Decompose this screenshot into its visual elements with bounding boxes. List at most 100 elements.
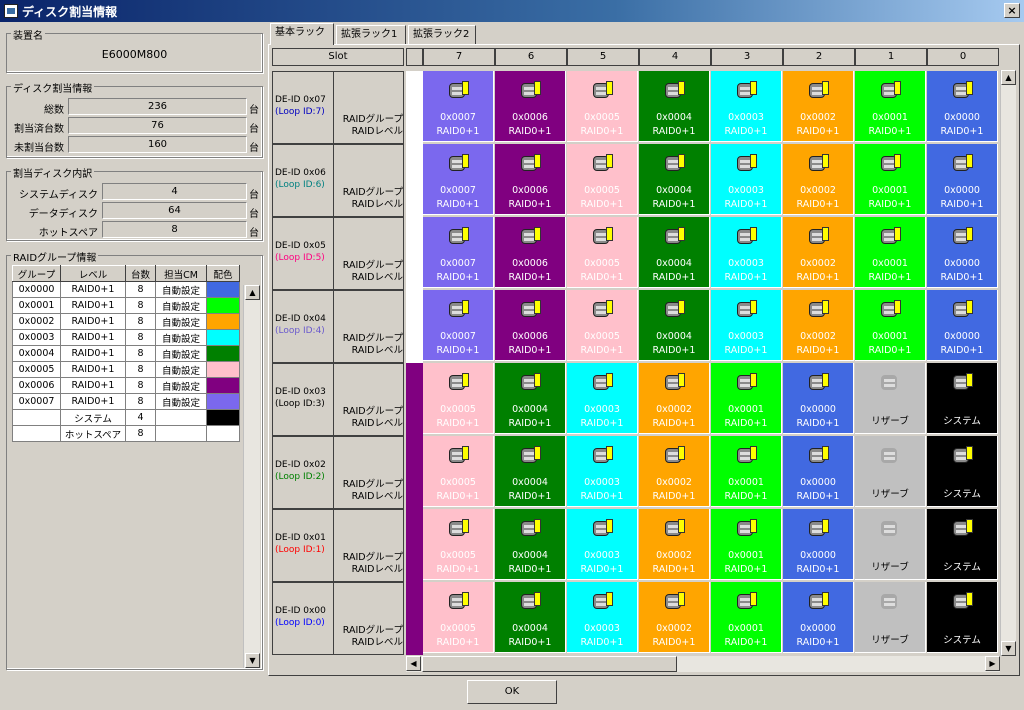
tab-0[interactable]: 基本ラック <box>270 23 334 45</box>
disk-slot-cell[interactable]: 0x0005 RAID0+1 <box>567 71 638 142</box>
disk-slot-cell[interactable]: 0x0003 RAID0+1 <box>567 582 638 653</box>
rack-vscroll[interactable]: ▲ ▼ <box>1000 70 1016 656</box>
disk-slot-cell[interactable]: 0x0006 RAID0+1 <box>495 71 566 142</box>
disk-slot-cell[interactable]: 0x0005 RAID0+1 <box>423 363 494 434</box>
disk-slot-cell[interactable]: 0x0003 RAID0+1 <box>711 144 782 215</box>
disk-slot-cell[interactable]: システム <box>927 436 998 507</box>
raid-table-row[interactable]: 0x0007 RAID0+1 8 自動設定 <box>12 393 240 410</box>
ok-button[interactable]: OK <box>467 680 557 704</box>
disk-slot-cell[interactable]: 0x0007 RAID0+1 <box>423 144 494 215</box>
tab-1[interactable]: 拡張ラック1 <box>336 25 406 44</box>
disk-slot-cell[interactable]: リザーブ <box>855 582 926 653</box>
disk-slot-cell[interactable]: 0x0004 RAID0+1 <box>495 509 566 580</box>
disk-slot-cell[interactable]: 0x0005 RAID0+1 <box>567 217 638 288</box>
disk-slot-cell[interactable]: 0x0001 RAID0+1 <box>711 582 782 653</box>
disk-slot-cell[interactable]: 0x0005 RAID0+1 <box>567 144 638 215</box>
disk-raid-group: 0x0003 <box>584 623 620 634</box>
raid-table-header[interactable]: 担当CM <box>155 265 207 282</box>
disk-slot-cell[interactable]: 0x0002 RAID0+1 <box>783 144 854 215</box>
disk-slot-cell[interactable]: 0x0006 RAID0+1 <box>495 290 566 361</box>
raid-table-row[interactable]: 0x0003 RAID0+1 8 自動設定 <box>12 329 240 346</box>
disk-slot-cell[interactable]: 0x0000 RAID0+1 <box>783 363 854 434</box>
disk-slot-cell[interactable]: 0x0000 RAID0+1 <box>927 71 998 142</box>
disk-slot-cell[interactable]: 0x0005 RAID0+1 <box>567 290 638 361</box>
disk-slot-cell[interactable]: システム <box>927 582 998 653</box>
raid-table-row[interactable]: システム 4 <box>12 409 240 426</box>
raid-table-header[interactable]: 台数 <box>125 265 156 282</box>
disk-slot-cell[interactable]: 0x0001 RAID0+1 <box>855 217 926 288</box>
raid-table-row[interactable]: ホットスペア 8 <box>12 425 240 442</box>
disk-slot-cell[interactable]: 0x0000 RAID0+1 <box>783 436 854 507</box>
disk-slot-cell[interactable]: 0x0002 RAID0+1 <box>783 217 854 288</box>
disk-slot-cell[interactable]: 0x0001 RAID0+1 <box>855 290 926 361</box>
disk-slot-cell[interactable]: 0x0000 RAID0+1 <box>927 144 998 215</box>
rack-scroll-up-icon[interactable]: ▲ <box>1001 70 1016 85</box>
disk-slot-cell[interactable]: 0x0004 RAID0+1 <box>495 363 566 434</box>
disk-slot-cell[interactable]: 0x0002 RAID0+1 <box>639 582 710 653</box>
disk-slot-cell[interactable]: 0x0002 RAID0+1 <box>783 290 854 361</box>
disk-slot-cell[interactable]: 0x0007 RAID0+1 <box>423 71 494 142</box>
disk-slot-cell[interactable]: 0x0005 RAID0+1 <box>423 436 494 507</box>
disk-slot-cell[interactable]: 0x0003 RAID0+1 <box>711 71 782 142</box>
disk-slot-cell[interactable]: システム <box>927 363 998 434</box>
disk-slot-cell[interactable]: リザーブ <box>855 363 926 434</box>
raid-table-scrollbar[interactable]: ▲ ▼ <box>243 285 260 668</box>
raid-table-row[interactable]: 0x0006 RAID0+1 8 自動設定 <box>12 377 240 394</box>
rack-scroll-down-icon[interactable]: ▼ <box>1001 641 1016 656</box>
disk-slot-cell[interactable]: 0x0001 RAID0+1 <box>855 71 926 142</box>
disk-slot-cell[interactable]: 0x0000 RAID0+1 <box>783 509 854 580</box>
disk-slot-cell[interactable]: 0x0002 RAID0+1 <box>639 363 710 434</box>
disk-slot-cell[interactable]: 0x0006 RAID0+1 <box>495 217 566 288</box>
rack-hscroll[interactable]: ◀ ▶ <box>406 656 1000 672</box>
raid-table-row[interactable]: 0x0004 RAID0+1 8 自動設定 <box>12 345 240 362</box>
disk-slot-cell[interactable]: 0x0004 RAID0+1 <box>639 290 710 361</box>
disk-slot-cell[interactable]: 0x0002 RAID0+1 <box>783 71 854 142</box>
disk-slot-cell[interactable]: 0x0005 RAID0+1 <box>423 509 494 580</box>
disk-slot-cell[interactable]: 0x0004 RAID0+1 <box>639 144 710 215</box>
disk-slot-cell[interactable]: 0x0004 RAID0+1 <box>639 71 710 142</box>
close-button[interactable]: × <box>1004 3 1020 18</box>
disk-raid-group: 0x0003 <box>584 404 620 415</box>
disk-slot-cell[interactable]: システム <box>927 509 998 580</box>
disk-slot-cell[interactable]: 0x0003 RAID0+1 <box>711 290 782 361</box>
disk-slot-cell[interactable]: 0x0007 RAID0+1 <box>423 290 494 361</box>
disk-status: リザーブ <box>871 562 909 573</box>
disk-slot-cell[interactable]: 0x0005 RAID0+1 <box>423 582 494 653</box>
raid-table-header[interactable]: グループ <box>12 265 61 282</box>
disk-slot-cell[interactable]: 0x0001 RAID0+1 <box>711 436 782 507</box>
disk-slot-cell[interactable]: 0x0001 RAID0+1 <box>711 509 782 580</box>
rack-scroll-left-icon[interactable]: ◀ <box>406 656 421 671</box>
disk-slot-cell[interactable]: 0x0001 RAID0+1 <box>855 144 926 215</box>
alloc-detail-value: 64 <box>102 202 247 219</box>
raid-table-header[interactable]: レベル <box>60 265 126 282</box>
disk-slot-cell[interactable]: 0x0003 RAID0+1 <box>567 509 638 580</box>
tab-2[interactable]: 拡張ラック2 <box>408 25 476 44</box>
disk-slot-cell[interactable]: 0x0004 RAID0+1 <box>639 217 710 288</box>
disk-slot-cell[interactable]: 0x0002 RAID0+1 <box>639 436 710 507</box>
scroll-up-icon[interactable]: ▲ <box>245 285 260 300</box>
disk-slot-cell[interactable]: 0x0001 RAID0+1 <box>711 363 782 434</box>
raid-row-label: RAIDグループ RAIDレベル <box>333 260 403 284</box>
disk-slot-cell[interactable]: リザーブ <box>855 509 926 580</box>
raid-table-row[interactable]: 0x0000 RAID0+1 8 自動設定 <box>12 281 240 298</box>
raid-table-header[interactable]: 配色 <box>206 265 240 282</box>
raid-table-row[interactable]: 0x0005 RAID0+1 8 自動設定 <box>12 361 240 378</box>
rack-hscroll-thumb[interactable] <box>422 656 677 672</box>
disk-slot-cell[interactable]: リザーブ <box>855 436 926 507</box>
disk-slot-cell[interactable]: 0x0003 RAID0+1 <box>711 217 782 288</box>
rack-scroll-right-icon[interactable]: ▶ <box>985 656 1000 671</box>
disk-slot-cell[interactable]: 0x0003 RAID0+1 <box>567 363 638 434</box>
disk-slot-cell[interactable]: 0x0006 RAID0+1 <box>495 144 566 215</box>
disk-slot-cell[interactable]: 0x0002 RAID0+1 <box>639 509 710 580</box>
disk-slot-cell[interactable]: 0x0000 RAID0+1 <box>927 290 998 361</box>
disk-tag <box>534 592 541 606</box>
disk-slot-cell[interactable]: 0x0007 RAID0+1 <box>423 217 494 288</box>
disk-slot-cell[interactable]: 0x0003 RAID0+1 <box>567 436 638 507</box>
disk-slot-cell[interactable]: 0x0000 RAID0+1 <box>783 582 854 653</box>
disk-slot-cell[interactable]: 0x0004 RAID0+1 <box>495 436 566 507</box>
disk-slot-cell[interactable]: 0x0000 RAID0+1 <box>927 217 998 288</box>
raid-table-row[interactable]: 0x0002 RAID0+1 8 自動設定 <box>12 313 240 330</box>
disk-slot-cell[interactable]: 0x0004 RAID0+1 <box>495 582 566 653</box>
scroll-down-icon[interactable]: ▼ <box>245 653 260 668</box>
raid-table-row[interactable]: 0x0001 RAID0+1 8 自動設定 <box>12 297 240 314</box>
